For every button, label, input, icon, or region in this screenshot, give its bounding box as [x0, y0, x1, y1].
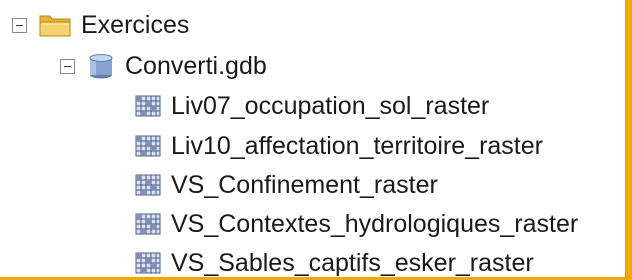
- collapse-toggle-converti-gdb[interactable]: [60, 58, 75, 74]
- tree-node-label: VS_Sables_captifs_esker_raster: [171, 249, 534, 277]
- tree-node-raster[interactable]: Liv07_occupation_sol_raster: [135, 89, 489, 123]
- raster-dataset-icon: [135, 135, 161, 157]
- catalog-tree-panel: Exercices Converti.gdb Liv07_occupation_…: [0, 0, 626, 277]
- raster-dataset-icon: [135, 174, 161, 196]
- tree-node-label: Liv07_occupation_sol_raster: [171, 92, 490, 120]
- tree-node-raster[interactable]: VS_Sables_captifs_esker_raster: [135, 246, 534, 280]
- geodatabase-icon: [87, 52, 115, 80]
- tree-node-converti-gdb[interactable]: Converti.gdb: [60, 49, 267, 83]
- tree-node-label: VS_Confinement_raster: [171, 171, 438, 199]
- collapse-toggle-exercices[interactable]: [12, 17, 27, 33]
- raster-dataset-icon: [135, 213, 161, 235]
- tree-node-raster[interactable]: Liv10_affectation_territoire_raster: [135, 129, 543, 163]
- tree-node-raster[interactable]: VS_Contextes_hydrologiques_raster: [135, 207, 578, 241]
- folder-icon: [39, 12, 71, 38]
- tree-node-label: Liv10_affectation_territoire_raster: [171, 132, 543, 160]
- tree-node-raster[interactable]: VS_Confinement_raster: [135, 168, 438, 202]
- tree-node-label: Exercices: [81, 11, 190, 39]
- tree-node-exercices[interactable]: Exercices: [12, 8, 189, 42]
- tree-node-label: VS_Contextes_hydrologiques_raster: [171, 210, 579, 238]
- raster-dataset-icon: [135, 252, 161, 274]
- raster-dataset-icon: [135, 95, 161, 117]
- tree-node-label: Converti.gdb: [125, 52, 267, 80]
